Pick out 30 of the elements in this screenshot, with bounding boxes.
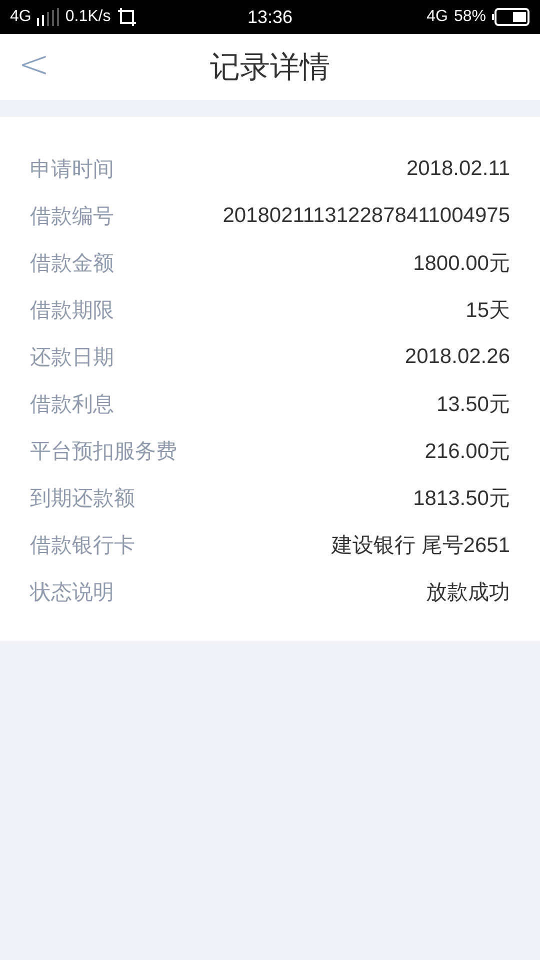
field-label: 借款金额 — [30, 250, 114, 276]
field-value: 2018.02.11 — [406, 156, 510, 180]
field-label: 状态说明 — [30, 578, 114, 606]
clock: 13:36 — [247, 6, 293, 28]
field-label: 借款编号 — [30, 202, 114, 230]
field-label: 借款利息 — [30, 390, 114, 418]
field-label: 申请时间 — [30, 156, 114, 182]
field-label: 到期还款额 — [30, 484, 135, 512]
field-value: 放款成功 — [426, 580, 510, 606]
field-value: 1813.50元 — [413, 486, 510, 512]
screenshot-icon — [116, 7, 137, 27]
field-label: 平台预扣服务费 — [30, 438, 177, 464]
network-speed: 0.1K/s — [65, 8, 111, 26]
network-label: 4G — [426, 8, 448, 26]
field-value: 15天 — [466, 298, 510, 324]
network-label: 4G — [10, 8, 32, 26]
page-title: 记录详情 — [210, 48, 330, 86]
field-label: 借款期限 — [30, 296, 114, 324]
battery-icon — [492, 8, 530, 26]
field-value: 1800.00元 — [413, 250, 510, 276]
field-value: 13.50元 — [436, 392, 510, 418]
field-label: 借款银行卡 — [30, 532, 135, 558]
field-value: 216.00元 — [424, 438, 510, 464]
signal-icon — [37, 8, 60, 26]
back-button[interactable]: < — [12, 42, 56, 86]
field-value: 2018021113122878411004975 — [222, 204, 510, 228]
field-label: 还款日期 — [30, 344, 114, 370]
battery-percent: 58% — [454, 8, 486, 26]
field-value: 建设银行 尾号2651 — [331, 532, 510, 558]
field-value: 2018.02.26 — [404, 344, 510, 368]
